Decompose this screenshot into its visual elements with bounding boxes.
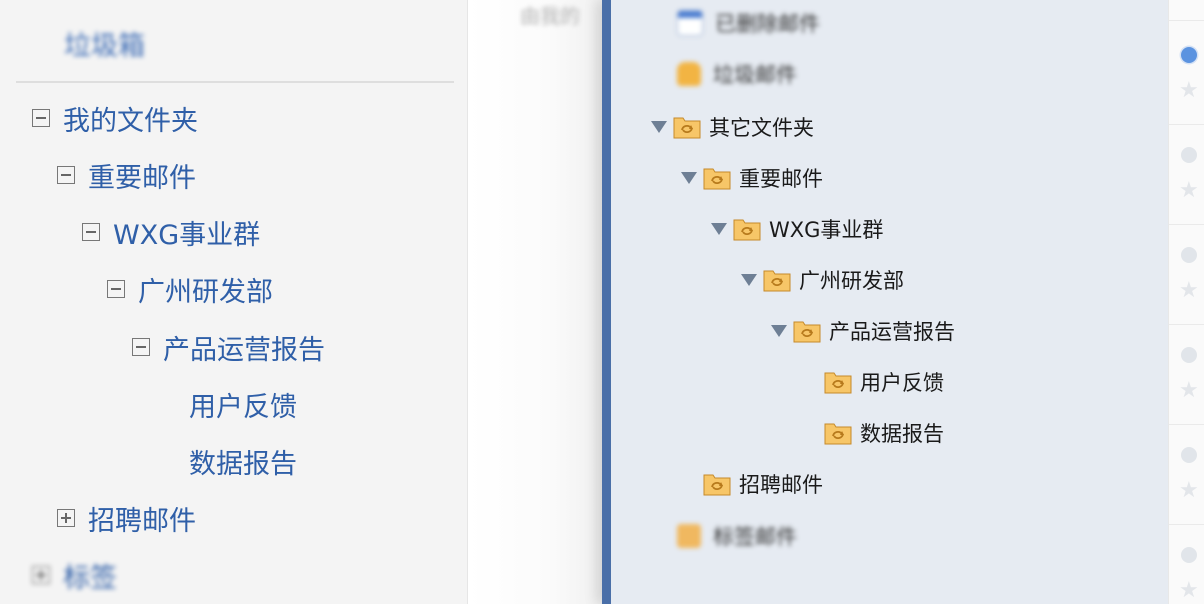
row-divider [1169, 324, 1204, 325]
tree-item-important-mail[interactable]: 重要邮件 [57, 155, 196, 195]
tree-item-label: 广州研发部 [138, 276, 273, 308]
tree-item-data-report[interactable]: 数据报告 [189, 441, 297, 481]
tree-item-label: 标签 [63, 562, 117, 594]
row-divider [1169, 424, 1204, 425]
tag-mail-item[interactable]: 标签邮件 [677, 521, 797, 551]
folder-label: 已删除邮件 [715, 12, 820, 36]
divider [16, 81, 454, 83]
tag-folder-icon [677, 524, 701, 548]
tree-item-guangzhou-rd[interactable]: 广州研发部 [741, 265, 904, 295]
row-divider [1169, 524, 1204, 525]
caret-down-icon[interactable] [771, 325, 787, 337]
tree-item-user-feedback[interactable]: 用户反馈 [189, 384, 297, 424]
collapse-icon[interactable] [32, 109, 50, 127]
tree-item-label: 重要邮件 [88, 162, 196, 194]
junk-mail-item[interactable]: 垃圾邮件 [677, 59, 797, 89]
caret-down-icon[interactable] [711, 223, 727, 235]
folder-label: 招聘邮件 [739, 473, 823, 497]
junk-mail-icon [677, 62, 701, 86]
shared-folder-icon [824, 372, 852, 394]
shared-folder-icon [673, 117, 701, 139]
tree-item-label: 数据报告 [189, 448, 297, 480]
caret-down-icon[interactable] [651, 121, 667, 133]
shared-folder-icon [733, 219, 761, 241]
tree-item-my-folders[interactable]: 我的文件夹 [32, 98, 198, 138]
folder-label: 数据报告 [860, 422, 944, 446]
read-dot-icon[interactable] [1181, 447, 1197, 463]
tree-item-important-mail[interactable]: 重要邮件 [681, 163, 823, 193]
tree-item-product-ops-report[interactable]: 产品运营报告 [771, 316, 955, 346]
row-divider [1169, 224, 1204, 225]
folder-label: 其它文件夹 [709, 116, 814, 140]
tree-item-guangzhou-rd[interactable]: 广州研发部 [107, 269, 273, 309]
star-icon[interactable]: ★ [1179, 180, 1199, 202]
folder-label: 标签邮件 [713, 525, 797, 549]
unread-dot-icon[interactable] [1181, 47, 1197, 63]
expand-icon[interactable] [32, 566, 50, 584]
left-folder-pane: 垃圾箱 我的文件夹 重要邮件 WXG事业群 广州研发部 产品运营报告 用户反馈 … [0, 0, 468, 604]
folder-label: WXG事业群 [769, 218, 884, 242]
collapse-icon[interactable] [107, 280, 125, 298]
trash-heading[interactable]: 垃圾箱 [64, 24, 145, 63]
star-icon[interactable]: ★ [1179, 480, 1199, 502]
tree-item-recruiting-mail[interactable]: 招聘邮件 [703, 469, 823, 499]
caret-down-icon[interactable] [681, 172, 697, 184]
star-icon[interactable]: ★ [1179, 280, 1199, 302]
tree-item-label: 产品运营报告 [163, 334, 325, 366]
tree-item-other-folders[interactable]: 其它文件夹 [651, 112, 814, 142]
collapse-icon[interactable] [132, 338, 150, 356]
read-dot-icon[interactable] [1181, 147, 1197, 163]
folder-label: 用户反馈 [860, 371, 944, 395]
shared-folder-icon [703, 474, 731, 496]
caret-down-icon[interactable] [741, 274, 757, 286]
read-dot-icon[interactable] [1181, 547, 1197, 563]
right-folder-pane: 已删除邮件 垃圾邮件 其它文件夹 重要邮件 WXG事业群 广州研发部 产品运营报… [602, 0, 1168, 604]
tree-item-user-feedback[interactable]: 用户反馈 [824, 367, 944, 397]
tree-item-tags[interactable]: 标签 [32, 555, 117, 595]
tree-item-label: 招聘邮件 [88, 505, 196, 537]
deleted-mail-item[interactable]: 已删除邮件 [677, 8, 820, 38]
tree-item-label: WXG事业群 [113, 219, 261, 251]
tree-item-product-ops-report[interactable]: 产品运营报告 [132, 327, 325, 367]
tree-item-label: 我的文件夹 [63, 105, 198, 137]
tree-item-label: 用户反馈 [189, 391, 297, 423]
row-divider [1169, 124, 1204, 125]
partial-header-text: 由我的 [520, 4, 580, 28]
collapse-icon[interactable] [82, 223, 100, 241]
folder-label: 产品运营报告 [829, 320, 955, 344]
star-icon[interactable]: ★ [1179, 580, 1199, 602]
read-dot-icon[interactable] [1181, 347, 1197, 363]
content-gap [468, 0, 602, 604]
message-list-edge: ★ ★ ★ ★ ★ ★ [1168, 0, 1204, 604]
shared-folder-icon [703, 168, 731, 190]
shared-folder-icon [763, 270, 791, 292]
tree-item-data-report[interactable]: 数据报告 [824, 418, 944, 448]
shared-folder-icon [793, 321, 821, 343]
row-divider [1169, 20, 1204, 21]
folder-label: 垃圾邮件 [713, 63, 797, 87]
expand-icon[interactable] [57, 509, 75, 527]
trash-can-icon [677, 10, 703, 36]
shared-folder-icon [824, 423, 852, 445]
folder-label: 广州研发部 [799, 269, 904, 293]
star-icon[interactable]: ★ [1179, 80, 1199, 102]
tree-item-recruiting-mail[interactable]: 招聘邮件 [57, 498, 196, 538]
read-dot-icon[interactable] [1181, 247, 1197, 263]
collapse-icon[interactable] [57, 166, 75, 184]
tree-item-wxg-group[interactable]: WXG事业群 [711, 214, 883, 244]
star-icon[interactable]: ★ [1179, 380, 1199, 402]
folder-label: 重要邮件 [739, 167, 823, 191]
tree-item-wxg-group[interactable]: WXG事业群 [82, 212, 260, 252]
